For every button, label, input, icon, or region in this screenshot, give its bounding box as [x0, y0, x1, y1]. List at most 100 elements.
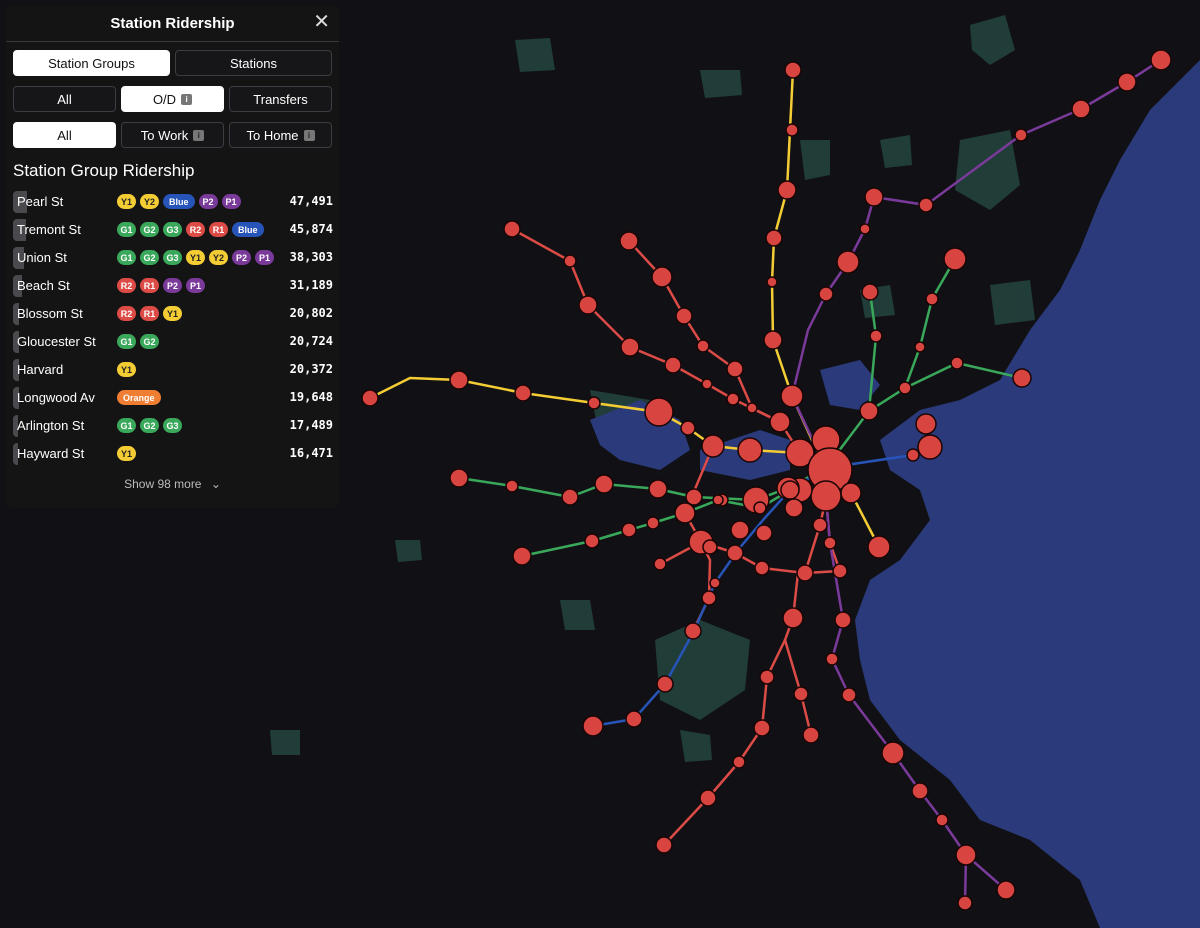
tab-station-groups[interactable]: Station Groups — [13, 50, 170, 76]
station-marker[interactable] — [578, 295, 598, 315]
station-marker[interactable] — [514, 384, 532, 402]
station-marker[interactable] — [955, 844, 977, 866]
station-marker[interactable] — [696, 339, 710, 353]
station-marker[interactable] — [1071, 99, 1091, 119]
station-marker[interactable] — [759, 669, 775, 685]
list-item[interactable]: Tremont St G1 G2 G3 R2 R1 Blue 45,874 — [13, 216, 333, 244]
station-marker[interactable] — [505, 479, 519, 493]
station-marker[interactable] — [898, 381, 912, 395]
tab-transfers[interactable]: Transfers — [229, 86, 332, 112]
station-marker[interactable] — [664, 356, 682, 374]
station-marker[interactable] — [1117, 72, 1137, 92]
tab-od[interactable]: O/D i — [121, 86, 224, 112]
station-marker[interactable] — [784, 61, 802, 79]
station-marker[interactable] — [701, 590, 717, 606]
station-marker[interactable] — [782, 607, 804, 629]
station-marker[interactable] — [701, 434, 725, 458]
station-marker[interactable] — [1150, 49, 1172, 71]
station-marker[interactable] — [584, 533, 600, 549]
station-marker[interactable] — [784, 498, 804, 518]
station-marker[interactable] — [802, 726, 820, 744]
tab-to-work[interactable]: To Work i — [121, 122, 224, 148]
station-marker[interactable] — [943, 247, 967, 271]
station-marker[interactable] — [834, 611, 852, 629]
station-marker[interactable] — [726, 544, 744, 562]
station-marker[interactable] — [818, 286, 834, 302]
station-marker[interactable] — [810, 480, 842, 512]
station-marker[interactable] — [699, 789, 717, 807]
station-marker[interactable] — [746, 402, 758, 414]
station-marker[interactable] — [823, 536, 837, 550]
station-marker[interactable] — [840, 482, 862, 504]
station-marker[interactable] — [780, 384, 804, 408]
station-marker[interactable] — [449, 468, 469, 488]
info-icon[interactable]: i — [181, 93, 193, 105]
close-icon[interactable]: ✕ — [313, 11, 330, 33]
tab-all-directions[interactable]: All — [13, 122, 116, 148]
station-marker[interactable] — [503, 220, 521, 238]
station-marker[interactable] — [812, 517, 828, 533]
station-marker[interactable] — [755, 524, 773, 542]
list-item[interactable]: Pearl St Y1 Y2 Blue P2 P1 47,491 — [13, 188, 333, 216]
station-marker[interactable] — [925, 292, 939, 306]
show-more-button[interactable]: Show 98 more ⌄ — [6, 477, 339, 491]
info-icon[interactable]: i — [193, 129, 205, 141]
station-marker[interactable] — [769, 411, 791, 433]
station-marker[interactable] — [859, 223, 871, 235]
station-marker[interactable] — [675, 307, 693, 325]
station-marker[interactable] — [911, 782, 929, 800]
station-marker[interactable] — [1014, 128, 1028, 142]
info-icon[interactable]: i — [303, 129, 315, 141]
station-marker[interactable] — [561, 488, 579, 506]
station-marker[interactable] — [915, 413, 937, 435]
station-marker[interactable] — [859, 401, 879, 421]
station-marker[interactable] — [680, 420, 696, 436]
station-marker[interactable] — [582, 715, 604, 737]
station-marker[interactable] — [653, 557, 667, 571]
station-marker[interactable] — [796, 564, 814, 582]
station-marker[interactable] — [685, 488, 703, 506]
station-marker[interactable] — [914, 341, 926, 353]
station-marker[interactable] — [709, 577, 721, 589]
station-marker[interactable] — [726, 360, 744, 378]
station-marker[interactable] — [648, 479, 668, 499]
station-marker[interactable] — [864, 187, 884, 207]
station-marker[interactable] — [732, 755, 746, 769]
station-marker[interactable] — [625, 710, 643, 728]
station-marker[interactable] — [621, 522, 637, 538]
tab-to-home[interactable]: To Home i — [229, 122, 332, 148]
tab-stations[interactable]: Stations — [175, 50, 332, 76]
list-item[interactable]: Arlington St G1 G2 G3 17,489 — [13, 412, 333, 440]
station-marker[interactable] — [780, 480, 800, 500]
station-marker[interactable] — [361, 389, 379, 407]
station-marker[interactable] — [867, 535, 891, 559]
list-item[interactable]: Gloucester St G1 G2 20,724 — [13, 328, 333, 356]
station-marker[interactable] — [766, 276, 778, 288]
station-marker[interactable] — [935, 813, 949, 827]
station-marker[interactable] — [726, 392, 740, 406]
station-marker[interactable] — [1012, 368, 1032, 388]
station-marker[interactable] — [906, 448, 920, 462]
list-item[interactable]: Union St G1 G2 G3 Y1 Y2 P2 P1 38,303 — [13, 244, 333, 272]
station-marker[interactable] — [785, 123, 799, 137]
station-marker[interactable] — [753, 501, 767, 515]
station-marker[interactable] — [917, 434, 943, 460]
station-marker[interactable] — [957, 895, 973, 911]
station-marker[interactable] — [449, 370, 469, 390]
list-item[interactable]: Harvard Y1 20,372 — [13, 356, 333, 384]
station-marker[interactable] — [730, 520, 750, 540]
station-marker[interactable] — [712, 494, 724, 506]
station-marker[interactable] — [861, 283, 879, 301]
tab-all-trips[interactable]: All — [13, 86, 116, 112]
station-marker[interactable] — [869, 329, 883, 343]
station-marker[interactable] — [793, 686, 809, 702]
station-marker[interactable] — [619, 231, 639, 251]
station-marker[interactable] — [620, 337, 640, 357]
station-marker[interactable] — [996, 880, 1016, 900]
station-marker[interactable] — [655, 836, 673, 854]
list-item[interactable]: Blossom St R2 R1 Y1 20,802 — [13, 300, 333, 328]
station-marker[interactable] — [765, 229, 783, 247]
station-marker[interactable] — [684, 622, 702, 640]
list-item[interactable]: Hayward St Y1 16,471 — [13, 440, 333, 468]
station-marker[interactable] — [832, 563, 848, 579]
